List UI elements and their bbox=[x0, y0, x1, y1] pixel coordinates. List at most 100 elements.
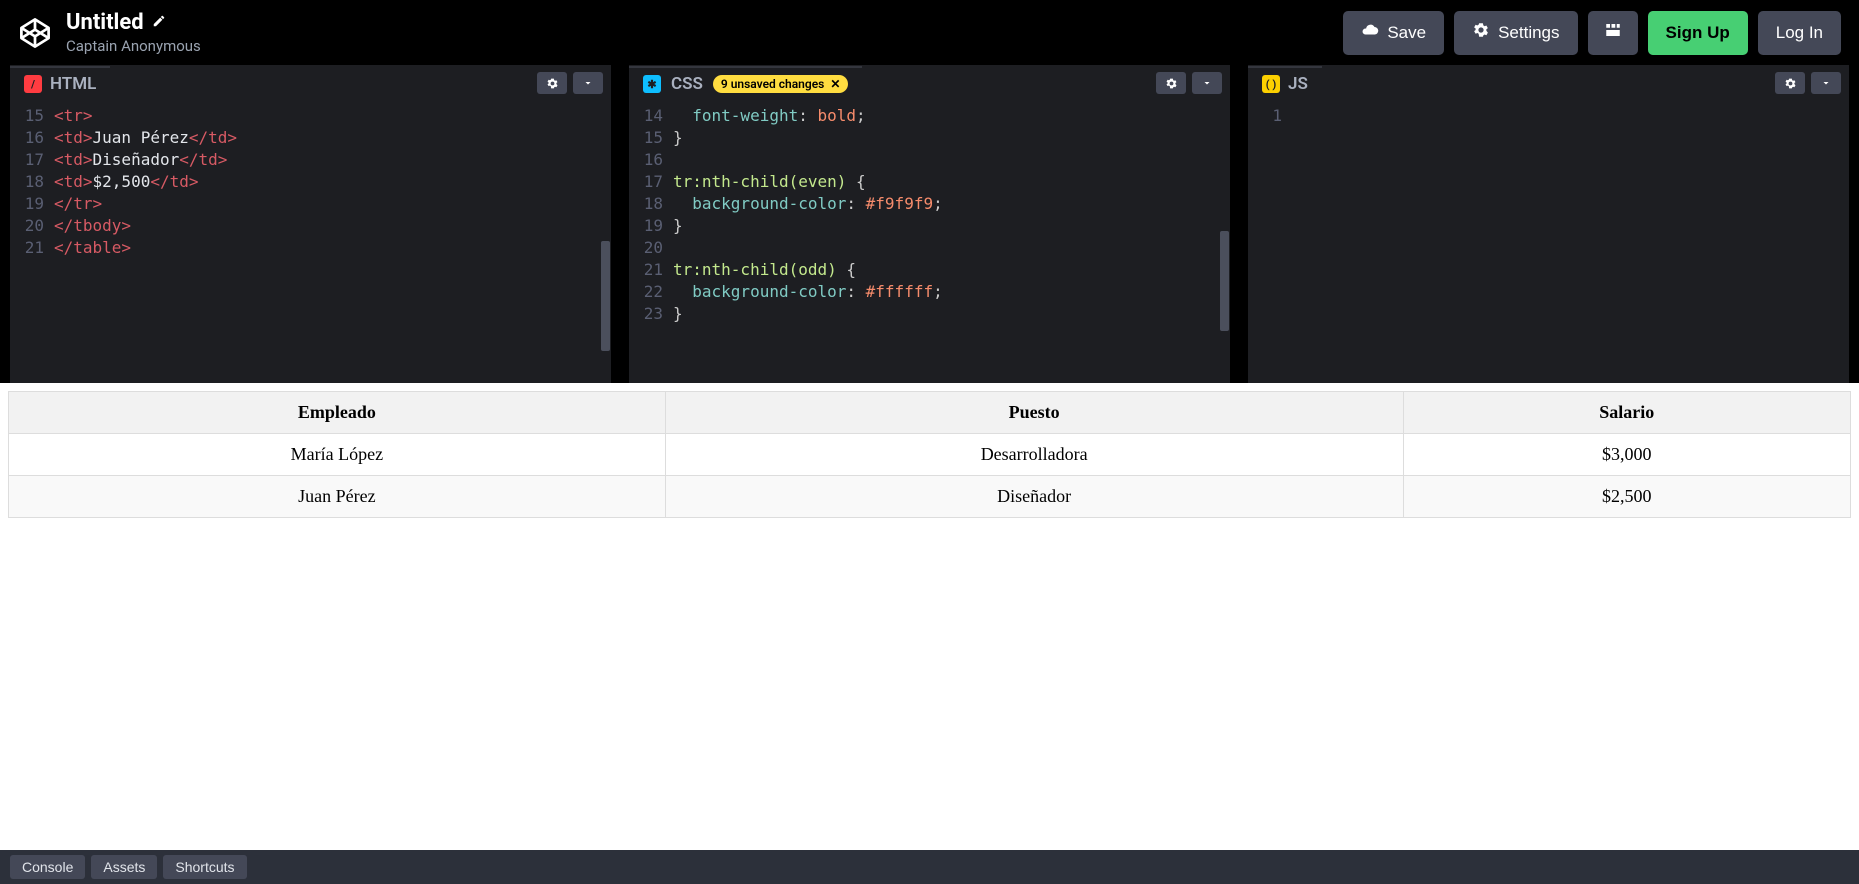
table-row: Juan Pérez Diseñador $2,500 bbox=[9, 476, 1851, 518]
settings-label: Settings bbox=[1498, 23, 1559, 43]
col-empleado: Empleado bbox=[9, 392, 666, 434]
editor-html: / HTML 15<tr>16<td>Juan Pérez</td>17<td>… bbox=[10, 65, 611, 383]
login-label: Log In bbox=[1776, 23, 1823, 43]
col-puesto: Puesto bbox=[665, 392, 1403, 434]
code-content[interactable]: <td>Diseñador</td> bbox=[54, 149, 227, 171]
shortcuts-button[interactable]: Shortcuts bbox=[163, 855, 246, 879]
editors-row: / HTML 15<tr>16<td>Juan Pérez</td>17<td>… bbox=[0, 65, 1859, 383]
html-code-area[interactable]: 15<tr>16<td>Juan Pérez</td>17<td>Diseñad… bbox=[10, 101, 611, 383]
code-line[interactable]: 15<tr> bbox=[10, 105, 611, 127]
code-content[interactable]: } bbox=[673, 127, 683, 149]
code-line[interactable]: 20</tbody> bbox=[10, 215, 611, 237]
code-line[interactable]: 19} bbox=[629, 215, 1230, 237]
save-button[interactable]: Save bbox=[1343, 11, 1444, 55]
gear-icon bbox=[1472, 21, 1490, 44]
settings-button[interactable]: Settings bbox=[1454, 11, 1577, 55]
cell-empleado: Juan Pérez bbox=[9, 476, 666, 518]
html-label: HTML bbox=[50, 74, 96, 94]
code-line[interactable]: 20 bbox=[629, 237, 1230, 259]
cell-empleado: María López bbox=[9, 434, 666, 476]
table-row: María López Desarrolladora $3,000 bbox=[9, 434, 1851, 476]
header-left: Untitled Captain Anonymous bbox=[18, 10, 201, 55]
console-button[interactable]: Console bbox=[10, 855, 85, 879]
editor-js: ( ) JS 1 bbox=[1248, 65, 1849, 383]
line-number: 23 bbox=[629, 303, 673, 325]
line-number: 16 bbox=[629, 149, 673, 171]
code-line[interactable]: 18<td>$2,500</td> bbox=[10, 171, 611, 193]
code-content[interactable]: <tr> bbox=[54, 105, 93, 127]
code-content[interactable]: </tbody> bbox=[54, 215, 131, 237]
code-content[interactable]: tr:nth-child(odd) { bbox=[673, 259, 856, 281]
line-number: 14 bbox=[629, 105, 673, 127]
js-code-area[interactable]: 1 bbox=[1248, 101, 1849, 383]
code-line[interactable]: 16 bbox=[629, 149, 1230, 171]
close-icon[interactable]: ✕ bbox=[830, 77, 840, 91]
code-content[interactable]: background-color: #ffffff; bbox=[673, 281, 943, 303]
login-button[interactable]: Log In bbox=[1758, 11, 1841, 55]
css-chevron-button[interactable] bbox=[1192, 72, 1222, 94]
line-number: 15 bbox=[10, 105, 54, 127]
html-settings-button[interactable] bbox=[537, 72, 567, 94]
line-number: 18 bbox=[10, 171, 54, 193]
code-content[interactable]: font-weight: bold; bbox=[673, 105, 866, 127]
code-line[interactable]: 21tr:nth-child(odd) { bbox=[629, 259, 1230, 281]
edit-title-icon[interactable] bbox=[152, 14, 166, 32]
layout-button[interactable] bbox=[1588, 11, 1638, 55]
line-number: 18 bbox=[629, 193, 673, 215]
cloud-icon bbox=[1361, 21, 1379, 44]
css-settings-button[interactable] bbox=[1156, 72, 1186, 94]
code-line[interactable]: 15} bbox=[629, 127, 1230, 149]
line-number: 20 bbox=[10, 215, 54, 237]
html-chevron-button[interactable] bbox=[573, 72, 603, 94]
code-line[interactable]: 19</tr> bbox=[10, 193, 611, 215]
unsaved-changes-pill[interactable]: 9 unsaved changes ✕ bbox=[713, 75, 849, 93]
code-line[interactable]: 1 bbox=[1248, 105, 1849, 127]
assets-button[interactable]: Assets bbox=[91, 855, 157, 879]
pen-title[interactable]: Untitled bbox=[66, 10, 144, 35]
code-content[interactable]: <td>$2,500</td> bbox=[54, 171, 199, 193]
code-content[interactable]: tr:nth-child(even) { bbox=[673, 171, 866, 193]
line-number: 17 bbox=[629, 171, 673, 193]
code-line[interactable]: 14 font-weight: bold; bbox=[629, 105, 1230, 127]
js-chevron-button[interactable] bbox=[1811, 72, 1841, 94]
cell-puesto: Diseñador bbox=[665, 476, 1403, 518]
html-badge-icon: / bbox=[24, 75, 42, 93]
code-content[interactable]: } bbox=[673, 215, 683, 237]
code-line[interactable]: 22 background-color: #ffffff; bbox=[629, 281, 1230, 303]
editor-css-controls bbox=[1156, 72, 1230, 94]
code-line[interactable]: 17<td>Diseñador</td> bbox=[10, 149, 611, 171]
codepen-logo-icon[interactable] bbox=[18, 16, 52, 50]
code-line[interactable]: 18 background-color: #f9f9f9; bbox=[629, 193, 1230, 215]
code-content[interactable]: </table> bbox=[54, 237, 131, 259]
js-label: JS bbox=[1288, 74, 1308, 94]
line-number: 15 bbox=[629, 127, 673, 149]
editor-js-header: ( ) JS bbox=[1248, 65, 1849, 101]
editor-css-tab[interactable]: ✱ CSS 9 unsaved changes ✕ bbox=[629, 66, 862, 100]
table-header-row: Empleado Puesto Salario bbox=[9, 392, 1851, 434]
save-label: Save bbox=[1387, 23, 1426, 43]
line-number: 21 bbox=[629, 259, 673, 281]
pen-author[interactable]: Captain Anonymous bbox=[66, 37, 201, 55]
signup-button[interactable]: Sign Up bbox=[1648, 11, 1748, 55]
code-line[interactable]: 21</table> bbox=[10, 237, 611, 259]
header-right: Save Settings Sign Up Log In bbox=[1343, 11, 1841, 55]
editor-html-tab[interactable]: / HTML bbox=[10, 66, 110, 100]
cell-puesto: Desarrolladora bbox=[665, 434, 1403, 476]
code-content[interactable]: } bbox=[673, 303, 683, 325]
scrollbar-thumb[interactable] bbox=[601, 241, 610, 351]
editor-js-tab[interactable]: ( ) JS bbox=[1248, 66, 1322, 100]
line-number: 19 bbox=[629, 215, 673, 237]
scrollbar-thumb[interactable] bbox=[1220, 231, 1229, 331]
title-block: Untitled Captain Anonymous bbox=[66, 10, 201, 55]
css-code-area[interactable]: 14 font-weight: bold;15}1617tr:nth-child… bbox=[629, 101, 1230, 383]
code-content[interactable]: </tr> bbox=[54, 193, 102, 215]
code-line[interactable]: 16<td>Juan Pérez</td> bbox=[10, 127, 611, 149]
editor-html-controls bbox=[537, 72, 611, 94]
editor-html-header: / HTML bbox=[10, 65, 611, 101]
js-settings-button[interactable] bbox=[1775, 72, 1805, 94]
preview-pane: Empleado Puesto Salario María López Desa… bbox=[0, 383, 1859, 850]
code-line[interactable]: 17tr:nth-child(even) { bbox=[629, 171, 1230, 193]
code-line[interactable]: 23} bbox=[629, 303, 1230, 325]
code-content[interactable]: <td>Juan Pérez</td> bbox=[54, 127, 237, 149]
code-content[interactable]: background-color: #f9f9f9; bbox=[673, 193, 943, 215]
